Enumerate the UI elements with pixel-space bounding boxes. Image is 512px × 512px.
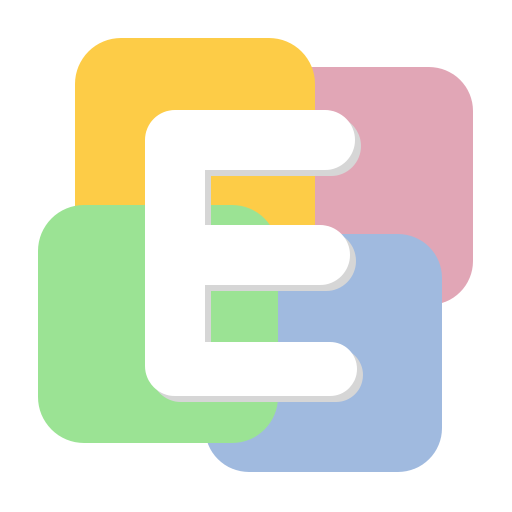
letter-e-app-icon (38, 38, 473, 472)
app-icon (0, 0, 512, 512)
letter-e (145, 110, 357, 396)
